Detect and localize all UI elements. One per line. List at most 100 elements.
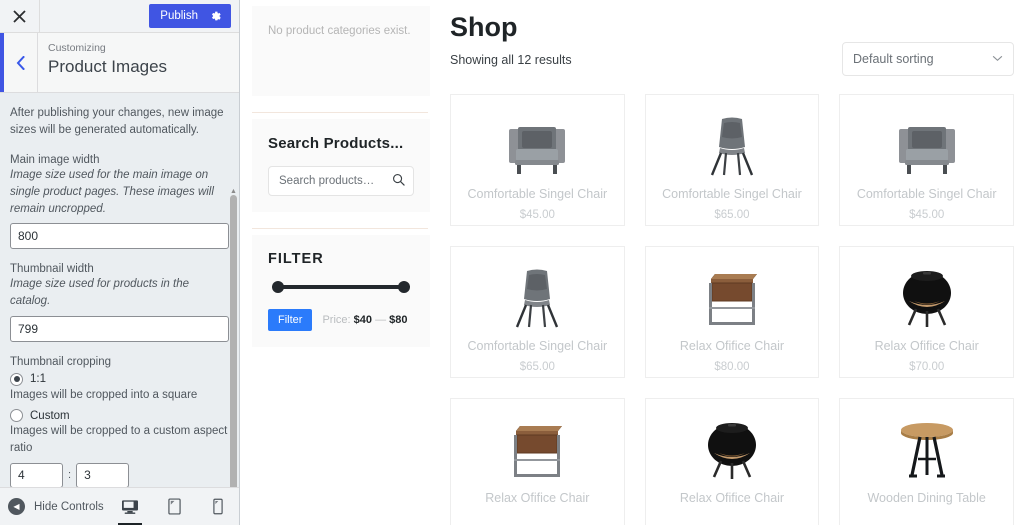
search-products-widget: Search Products... Search products… — [252, 119, 430, 212]
sorting-select[interactable]: Default sorting — [842, 42, 1014, 76]
product-card[interactable]: Relax Ofifice Chair — [644, 398, 820, 525]
controls-scrollbar[interactable]: ▲ ▼ — [229, 187, 238, 487]
dining-chair-grey-image — [516, 269, 559, 328]
product-card[interactable]: Comfortable Singel Chair $45.00 — [839, 94, 1014, 226]
shop-header: Shop Showing all 12 results Default sort… — [450, 14, 1014, 76]
radio-label-1-1: 1:1 — [30, 373, 46, 386]
hide-controls-label: Hide Controls — [34, 500, 104, 513]
main-image-width-input[interactable] — [10, 223, 229, 250]
widget-divider-2 — [252, 227, 428, 229]
dining-chair-grey-image — [710, 117, 754, 176]
product-price: $70.00 — [909, 361, 945, 373]
product-image — [506, 105, 568, 177]
search-input[interactable]: Search products… — [268, 165, 414, 196]
gear-icon[interactable] — [210, 10, 222, 22]
device-preview-group — [117, 488, 231, 525]
shop-main: Shop Showing all 12 results Default sort… — [440, 0, 1024, 525]
price-min-value: $40 — [353, 313, 372, 326]
thumbnail-width-input[interactable] — [10, 315, 229, 342]
customizer-header: Customizing Product Images — [0, 33, 239, 93]
product-image — [896, 409, 958, 481]
search-widget-title: Search Products... — [268, 135, 404, 152]
customizer-topbar: Publish — [0, 0, 239, 33]
sorting-value: Default sorting — [853, 52, 934, 66]
slider-knob-min[interactable] — [272, 280, 284, 293]
price-dash: — — [375, 313, 387, 326]
result-count: Showing all 12 results — [450, 53, 572, 67]
filter-widget: FILTER Filter Price: $40 — $80 — [252, 234, 430, 347]
radio-option-custom[interactable]: Custom — [10, 409, 229, 423]
back-chevron-icon[interactable] — [0, 33, 38, 92]
close-icon[interactable] — [0, 0, 40, 32]
radio-option-1-1[interactable]: 1:1 — [10, 372, 229, 386]
armchair-grey-image — [509, 127, 566, 174]
product-grid: Comfortable Singel Chair $45.00 Comfortabl… — [450, 94, 1014, 525]
product-image — [508, 409, 566, 481]
filter-widget-title: FILTER — [268, 250, 324, 267]
product-image — [703, 257, 761, 329]
shop-sidebar: No product categories exist. Search Prod… — [240, 0, 440, 525]
product-card[interactable]: Comfortable Singel Chair $45.00 — [450, 94, 625, 226]
product-price: $45.00 — [909, 209, 945, 221]
device-tablet-icon[interactable] — [161, 488, 187, 525]
main-image-width-label: Main image width — [10, 154, 100, 167]
hide-controls-button[interactable]: ◀ Hide Controls — [8, 498, 104, 515]
customizing-kicker: Customizing — [48, 42, 106, 54]
radio-icon-1-1[interactable] — [10, 372, 23, 386]
product-card[interactable]: Comfortable Singel Chair $65.00 — [450, 246, 625, 378]
product-card[interactable]: Relax Ofifice Chair — [450, 398, 625, 525]
product-image — [701, 409, 763, 481]
chevron-down-icon — [992, 54, 1003, 65]
product-card[interactable]: Wooden Dining Table — [839, 398, 1014, 525]
product-title: Comfortable Singel Chair — [856, 187, 997, 201]
device-desktop-icon[interactable] — [117, 488, 143, 525]
page-title: Product Images — [48, 56, 168, 76]
publish-note: After publishing your changes, new image… — [10, 107, 224, 136]
widget-divider — [252, 112, 428, 113]
publish-button[interactable]: Publish — [149, 4, 231, 28]
product-image — [896, 257, 958, 329]
aspect-ratio-separator: : — [68, 469, 72, 482]
thumbnail-cropping-label: Thumbnail cropping — [10, 355, 112, 368]
filter-button[interactable]: Filter — [268, 308, 313, 331]
slider-knob-max[interactable] — [398, 280, 410, 293]
product-price: $45.00 — [519, 209, 555, 221]
product-title: Relax Ofifice Chair — [485, 491, 590, 505]
radio-icon-custom[interactable] — [10, 409, 23, 423]
search-icon[interactable] — [392, 173, 405, 189]
price-label-text: Price: — [322, 313, 351, 326]
scrollbar-thumb[interactable] — [230, 195, 237, 487]
product-title: Relax Ofifice Chair — [679, 339, 785, 353]
radio-desc-custom: Images will be cropped to a custom aspec… — [10, 425, 228, 455]
customizer-panel: Publish Customizing Product Images After… — [0, 0, 240, 525]
aspect-ratio-width-input[interactable] — [10, 462, 63, 487]
black-fire-pit-image — [902, 271, 951, 327]
product-card[interactable]: Relax Ofifice Chair $80.00 — [644, 246, 820, 378]
publish-group: Publish — [149, 4, 231, 28]
thumbnail-width-label: Thumbnail width — [10, 263, 94, 276]
product-price: $65.00 — [519, 361, 555, 373]
product-title: Comfortable Singel Chair — [467, 187, 608, 201]
product-image — [896, 105, 958, 177]
slider-track — [278, 284, 404, 289]
product-image — [509, 257, 565, 329]
product-categories-widget: No product categories exist. — [252, 6, 430, 96]
product-image — [704, 105, 760, 177]
price-range-slider[interactable] — [272, 280, 410, 293]
wood-side-table-image — [708, 274, 757, 325]
product-title: Relax Ofifice Chair — [679, 491, 785, 505]
product-card[interactable]: Relax Ofifice Chair $70.00 — [839, 246, 1014, 378]
search-input-placeholder: Search products… — [279, 174, 375, 187]
product-price: $80.00 — [714, 361, 750, 373]
price-range-label: Price: $40 — $80 — [322, 314, 407, 326]
customizer-controls: After publishing your changes, new image… — [0, 93, 239, 487]
black-fire-pit-image — [707, 423, 756, 479]
product-categories-empty-text: No product categories exist. — [268, 25, 411, 37]
radio-label-custom: Custom — [30, 409, 70, 422]
price-max-value: $80 — [389, 313, 408, 326]
radio-desc-1-1: Images will be cropped into a square — [10, 388, 198, 401]
product-card[interactable]: Comfortable Singel Chair $65.00 — [644, 94, 820, 226]
aspect-ratio-height-input[interactable] — [76, 462, 130, 487]
device-mobile-icon[interactable] — [205, 488, 231, 525]
product-title: Relax Ofifice Chair — [874, 339, 979, 353]
